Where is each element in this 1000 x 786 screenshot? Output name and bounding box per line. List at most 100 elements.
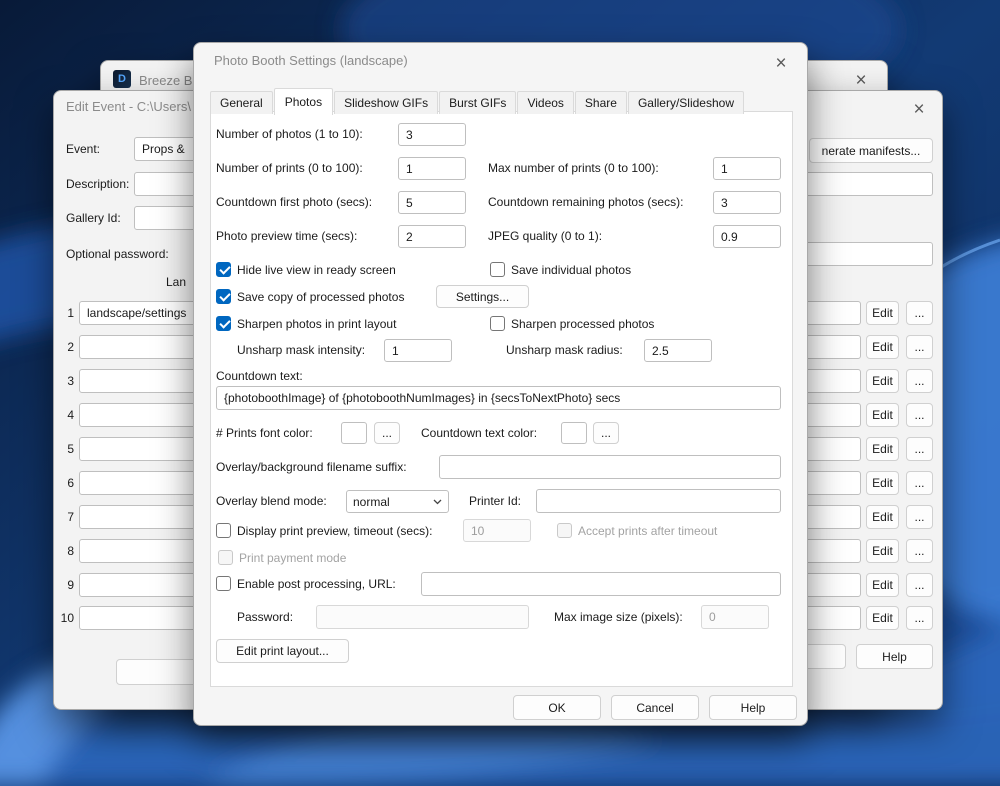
save-individual-label: Save individual photos [511, 263, 632, 277]
generate-manifests-button[interactable]: nerate manifests... [809, 138, 933, 163]
accept-prints-checkbox [557, 523, 572, 538]
num-photos-label: Number of photos (1 to 10): [216, 127, 363, 141]
countdown-text-input[interactable]: {photoboothImage} of {photoboothNumImage… [216, 386, 781, 410]
cancel-button[interactable]: Cancel [611, 695, 699, 720]
edit-button[interactable]: Edit [866, 606, 899, 630]
edit-print-layout-button[interactable]: Edit print layout... [216, 639, 349, 663]
ok-button[interactable]: OK [513, 695, 601, 720]
hide-live-view-checkbox[interactable] [216, 262, 231, 277]
max-image-size-label: Max image size (pixels): [554, 610, 683, 624]
edit-button[interactable]: Edit [866, 471, 899, 495]
tab-burst-gifs[interactable]: Burst GIFs [439, 91, 517, 114]
post-processing-url-input[interactable] [421, 572, 781, 596]
edit-button[interactable]: Edit [866, 301, 899, 325]
max-image-size-input: 0 [701, 605, 769, 629]
edit-button[interactable]: Edit [866, 573, 899, 597]
jpeg-quality-input[interactable]: 0.9 [713, 225, 781, 248]
description-label: Description: [66, 177, 130, 191]
hide-live-view-label: Hide live view in ready screen [237, 263, 396, 277]
overlay-suffix-label: Overlay/background filename suffix: [216, 460, 407, 474]
tab-gallery-slideshow[interactable]: Gallery/Slideshow [627, 91, 744, 114]
overlay-blend-label: Overlay blend mode: [216, 494, 327, 508]
edit-button[interactable]: Edit [866, 335, 899, 359]
tab-share[interactable]: Share [574, 91, 627, 114]
edit-button[interactable]: Edit [866, 505, 899, 529]
browse-button[interactable]: ... [906, 437, 933, 461]
save-copy-checkbox[interactable] [216, 289, 231, 304]
tab-slideshow-gifs[interactable]: Slideshow GIFs [334, 91, 439, 114]
tab-videos[interactable]: Videos [517, 91, 574, 114]
countdown-first-input[interactable]: 5 [398, 191, 466, 214]
countdown-color-label: Countdown text color: [421, 426, 538, 440]
jpeg-quality-label: JPEG quality (0 to 1): [488, 229, 603, 243]
edit-button[interactable]: Edit [866, 539, 899, 563]
countdown-remaining-label: Countdown remaining photos (secs): [488, 195, 684, 209]
browse-button[interactable]: ... [906, 539, 933, 563]
photo-booth-settings-dialog: Photo Booth Settings (landscape) × Gener… [193, 42, 808, 726]
print-preview-checkbox[interactable] [216, 523, 231, 538]
browse-button[interactable]: ... [906, 505, 933, 529]
num-photos-input[interactable]: 3 [398, 123, 466, 146]
edit-button[interactable]: Edit [866, 437, 899, 461]
password-label: Password: [237, 610, 294, 624]
browse-button[interactable]: ... [906, 606, 933, 630]
print-preview-timeout-input: 10 [463, 519, 531, 542]
settings-dialog-title[interactable]: Photo Booth Settings (landscape) [214, 53, 408, 68]
prints-font-color-picker-button[interactable]: ... [374, 422, 400, 444]
num-prints-label: Number of prints (0 to 100): [216, 161, 363, 175]
sharpen-print-checkbox[interactable] [216, 316, 231, 331]
overlay-blend-select[interactable]: normal [346, 490, 449, 513]
browse-button[interactable]: ... [906, 301, 933, 325]
preview-time-input[interactable]: 2 [398, 225, 466, 248]
tab-photos[interactable]: Photos [273, 88, 334, 115]
password-input [316, 605, 529, 629]
browse-button[interactable]: ... [906, 573, 933, 597]
row-number: 5 [67, 442, 74, 456]
save-individual-checkbox[interactable] [490, 262, 505, 277]
browse-button[interactable]: ... [906, 369, 933, 393]
desktop: D Breeze Bo × Edit Event - C:\Users\ × n… [0, 0, 1000, 786]
unsharp-intensity-label: Unsharp mask intensity: [237, 343, 366, 357]
preview-time-label: Photo preview time (secs): [216, 229, 358, 243]
close-icon[interactable]: × [904, 97, 934, 123]
browse-button[interactable]: ... [906, 403, 933, 427]
edit-event-title[interactable]: Edit Event - C:\Users\ [66, 99, 191, 114]
countdown-color-picker-button[interactable]: ... [593, 422, 619, 444]
row-number: 2 [67, 340, 74, 354]
close-icon[interactable]: × [765, 51, 797, 77]
post-processing-label: Enable post processing, URL: [237, 577, 396, 591]
overlay-suffix-input[interactable] [439, 455, 781, 479]
post-processing-checkbox[interactable] [216, 576, 231, 591]
countdown-remaining-input[interactable]: 3 [713, 191, 781, 214]
tab-general[interactable]: General [210, 91, 273, 114]
edit-button[interactable]: Edit [866, 403, 899, 427]
row-number: 1 [67, 306, 74, 320]
accept-prints-label: Accept prints after timeout [578, 524, 718, 538]
printer-id-label: Printer Id: [469, 494, 522, 508]
row-number: 4 [67, 408, 74, 422]
prints-font-color-swatch [341, 422, 367, 444]
sharpen-processed-checkbox[interactable] [490, 316, 505, 331]
countdown-first-label: Countdown first photo (secs): [216, 195, 373, 209]
browse-button[interactable]: ... [906, 471, 933, 495]
unsharp-radius-input[interactable]: 2.5 [644, 339, 712, 362]
edit-button[interactable]: Edit [866, 369, 899, 393]
max-prints-input[interactable]: 1 [713, 157, 781, 180]
column-header: Lan [166, 275, 187, 289]
row-number: 9 [67, 578, 74, 592]
processed-settings-button[interactable]: Settings... [436, 285, 529, 308]
close-icon[interactable]: × [847, 70, 875, 92]
row-number: 7 [67, 510, 74, 524]
printer-id-input[interactable] [536, 489, 781, 513]
num-prints-input[interactable]: 1 [398, 157, 466, 180]
prints-font-color-label: # Prints font color: [216, 426, 313, 440]
event-label: Event: [66, 142, 101, 156]
help-button[interactable]: Help [856, 644, 933, 669]
browse-button[interactable]: ... [906, 335, 933, 359]
gallery-id-label: Gallery Id: [66, 211, 121, 225]
row-number: 10 [60, 611, 74, 625]
save-copy-label: Save copy of processed photos [237, 290, 405, 304]
unsharp-intensity-input[interactable]: 1 [384, 339, 452, 362]
help-button[interactable]: Help [709, 695, 797, 720]
print-payment-checkbox [218, 550, 233, 565]
